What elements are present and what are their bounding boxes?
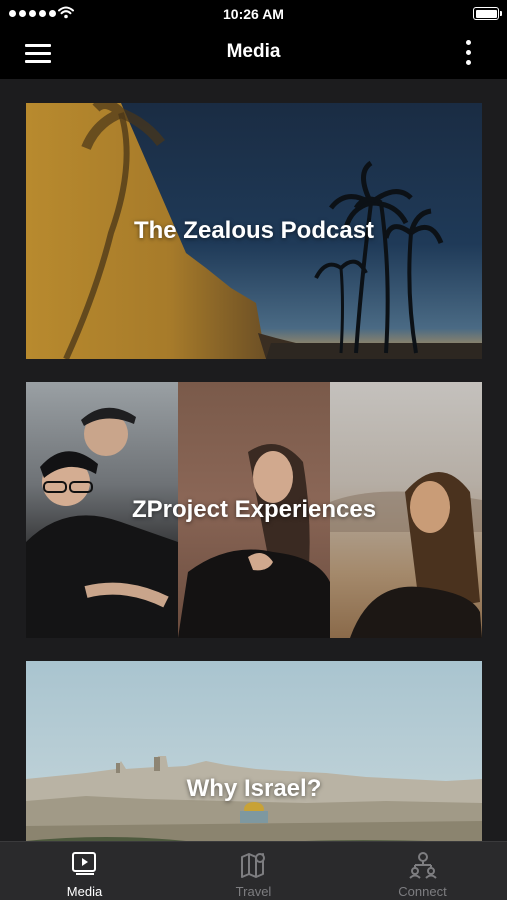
status-bar: 10:26 AM xyxy=(0,0,507,28)
media-list: The Zealous Podcast ZProject Experiences… xyxy=(0,79,507,841)
map-icon xyxy=(241,853,265,878)
card-image-jerusalem-skyline xyxy=(26,756,482,841)
tab-travel[interactable]: Travel xyxy=(169,842,338,900)
tab-label: Travel xyxy=(235,884,272,899)
connect-icon xyxy=(409,852,437,879)
card-zproject-experiences[interactable]: ZProject Experiences xyxy=(26,382,482,638)
tab-connect[interactable]: Connect xyxy=(338,842,507,900)
page-title: Media xyxy=(226,41,281,62)
card-title: The Zealous Podcast xyxy=(133,217,375,244)
media-icon xyxy=(72,852,96,875)
battery-icon xyxy=(473,7,502,20)
more-options-icon[interactable] xyxy=(457,38,479,68)
card-zealous-podcast[interactable]: The Zealous Podcast xyxy=(26,103,482,359)
status-time: 10:26 AM xyxy=(223,6,284,22)
nav-bar: Media xyxy=(0,28,507,79)
card-why-israel[interactable]: Why Israel? xyxy=(26,661,482,841)
tab-bar: Media Travel Connect xyxy=(0,841,507,900)
card-title: ZProject Experiences xyxy=(131,496,377,523)
card-title: Why Israel? xyxy=(186,775,322,802)
tab-label: Media xyxy=(66,884,103,899)
tab-media[interactable]: Media xyxy=(0,842,169,900)
tab-label: Connect xyxy=(398,884,447,899)
